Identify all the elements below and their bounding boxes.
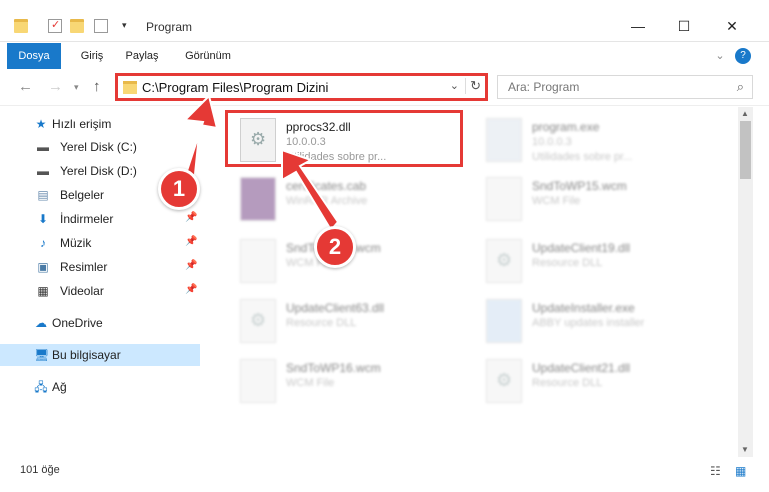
- item-count: 101 öğe: [20, 464, 60, 476]
- step-badge-1: 1: [158, 168, 200, 210]
- status-bar: 101 öğe ☷ ▦: [0, 458, 769, 492]
- step-badge-2: 2: [314, 226, 356, 268]
- large-icons-view-icon[interactable]: ▦: [735, 464, 746, 478]
- annotation-arrows: [182, 94, 340, 232]
- details-view-icon[interactable]: ☷: [710, 464, 721, 478]
- arrow-step-2: [281, 148, 340, 232]
